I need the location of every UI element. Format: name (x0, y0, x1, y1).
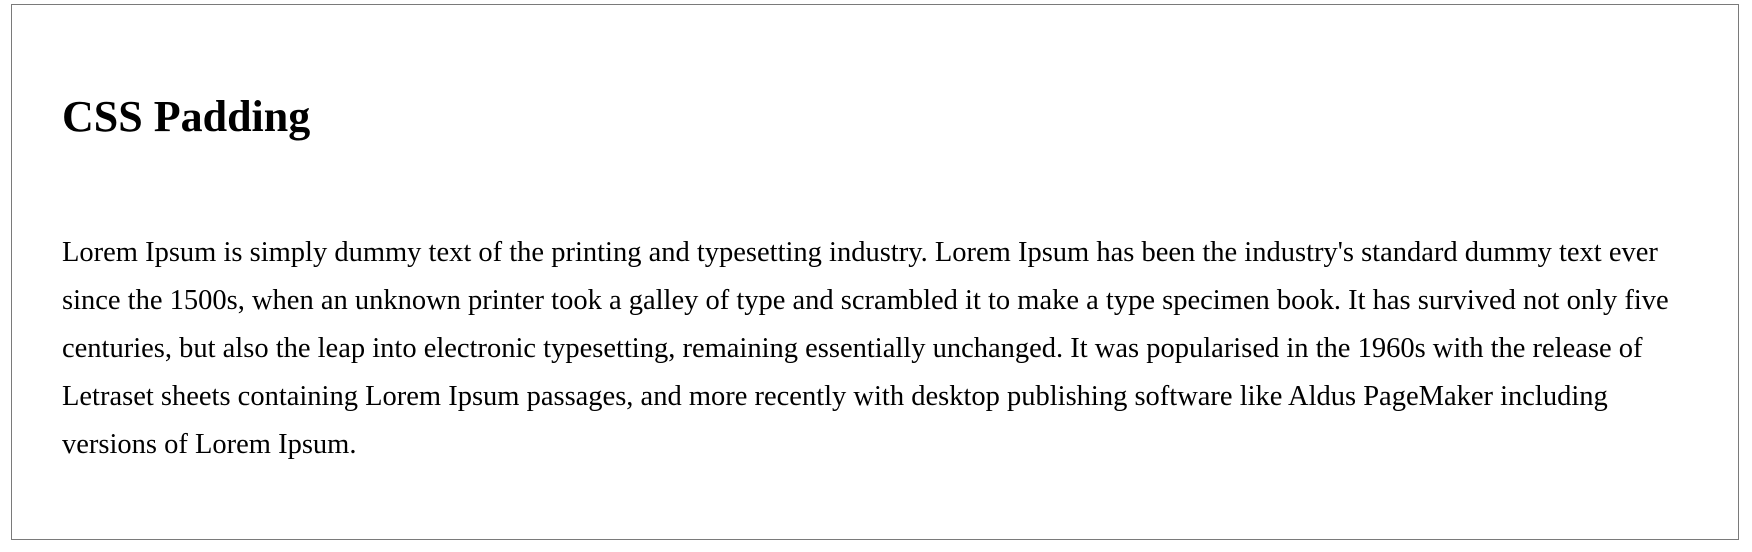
page-heading: CSS Padding (62, 92, 311, 141)
padded-box: CSS Padding Lorem Ipsum is simply dummy … (11, 4, 1739, 540)
body-paragraph: Lorem Ipsum is simply dummy text of the … (62, 237, 1669, 460)
